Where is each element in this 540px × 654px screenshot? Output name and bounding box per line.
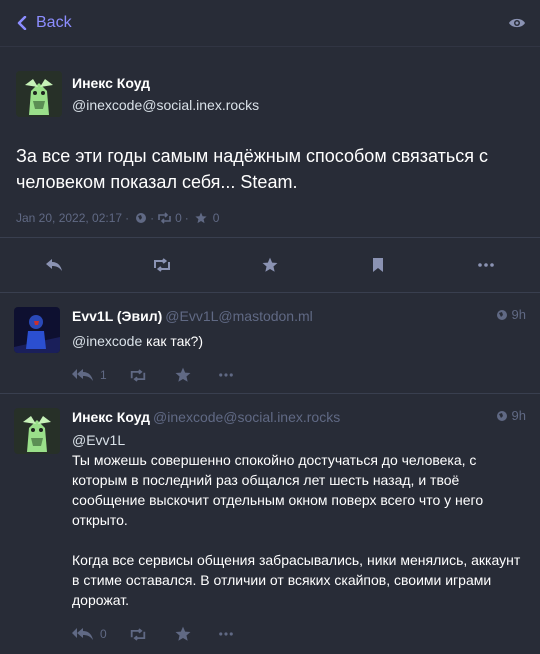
- chevron-left-icon: [17, 16, 27, 30]
- eye-icon[interactable]: [508, 16, 526, 30]
- status-content: За все эти годы самым надёжным способом …: [16, 146, 489, 192]
- reblog-count: 0: [175, 211, 182, 225]
- time-label: 9h: [511, 408, 526, 423]
- back-label: Back: [36, 14, 72, 31]
- reply-button[interactable]: 1: [72, 368, 107, 382]
- more-icon: [218, 373, 233, 377]
- star-icon: [195, 212, 207, 224]
- display-name[interactable]: Инекс Коуд: [72, 75, 259, 91]
- boost-icon: [130, 368, 145, 382]
- bookmark-button[interactable]: [358, 250, 398, 280]
- status-paragraph: Ты можешь совершенно спокойно достучатьс…: [72, 452, 484, 528]
- avatar[interactable]: [16, 71, 62, 117]
- boost-button[interactable]: [129, 627, 153, 641]
- status-text: как так?): [142, 333, 204, 349]
- more-icon: [478, 263, 494, 267]
- display-name[interactable]: Evv1L (Эвил): [72, 308, 162, 324]
- star-icon: [175, 626, 191, 641]
- status-paragraph: Когда все сервисы общения забрасывались,…: [72, 552, 521, 608]
- avatar[interactable]: [14, 408, 60, 454]
- favourite-button[interactable]: [250, 250, 290, 280]
- globe-icon: [496, 309, 507, 320]
- status-header[interactable]: Инекс Коуд @inexcode@social.inex.rocks: [16, 47, 524, 129]
- mention-link[interactable]: @inexcode: [72, 333, 142, 349]
- status-header: Инекс Коуд @inexcode@social.inex.rocks: [72, 408, 526, 426]
- boost-button[interactable]: [129, 368, 153, 382]
- reply-button[interactable]: 0: [72, 627, 107, 641]
- reply-all-icon: [72, 369, 93, 381]
- top-bar: Back: [0, 0, 540, 47]
- bookmark-icon: [373, 258, 383, 272]
- globe-icon: [136, 213, 147, 223]
- reply-all-icon: [72, 628, 93, 640]
- reply-icon: [46, 259, 62, 271]
- status-content: @inexcode как так?): [72, 331, 526, 351]
- reply-status[interactable]: Инекс Коуд @inexcode@social.inex.rocks 9h…: [0, 394, 540, 654]
- boost-button[interactable]: [142, 250, 182, 280]
- boost-icon: [158, 212, 171, 224]
- star-icon: [175, 367, 191, 382]
- mention-link[interactable]: @Evv1L: [72, 432, 125, 448]
- more-icon: [218, 632, 233, 636]
- reply-count: 1: [100, 368, 107, 382]
- status-meta: Jan 20, 2022, 02:17 · · 0 · 0: [16, 211, 524, 225]
- avatar[interactable]: [14, 307, 60, 353]
- globe-icon: [496, 410, 507, 421]
- status-date[interactable]: Jan 20, 2022, 02:17: [16, 211, 122, 225]
- reply-status[interactable]: Evv1L (Эвил) @Evv1L@mastodon.ml 9h @inexc…: [0, 293, 540, 394]
- status-action-bar: 0: [72, 614, 526, 654]
- status-time[interactable]: 9h: [496, 307, 526, 322]
- status-action-bar: 1: [72, 355, 526, 395]
- boost-icon: [130, 627, 145, 641]
- status-header: Evv1L (Эвил) @Evv1L@mastodon.ml: [72, 307, 526, 325]
- favourite-button[interactable]: [175, 367, 197, 383]
- reply-button[interactable]: [34, 250, 74, 280]
- account-handle[interactable]: @inexcode@social.inex.rocks: [72, 97, 259, 113]
- back-button[interactable]: Back: [16, 14, 72, 32]
- time-label: 9h: [511, 307, 526, 322]
- status-time[interactable]: 9h: [496, 408, 526, 423]
- detailed-status: Инекс Коуд @inexcode@social.inex.rocks З…: [0, 47, 540, 225]
- status-action-bar: [0, 237, 540, 293]
- more-button[interactable]: [466, 250, 506, 280]
- account-handle[interactable]: @inexcode@social.inex.rocks: [153, 409, 340, 425]
- meta-separator: ·: [150, 211, 155, 225]
- more-button[interactable]: [218, 373, 239, 377]
- meta-separator: ·: [125, 211, 130, 225]
- status-content: @Evv1L Ты можешь совершенно спокойно дос…: [72, 430, 526, 610]
- display-name[interactable]: Инекс Коуд: [72, 409, 150, 425]
- favourite-count: 0: [212, 211, 220, 225]
- account-handle[interactable]: @Evv1L@mastodon.ml: [165, 308, 312, 324]
- more-button[interactable]: [218, 632, 239, 636]
- boost-icon: [154, 258, 170, 272]
- star-icon: [262, 257, 278, 272]
- favourite-button[interactable]: [175, 626, 197, 642]
- reply-count: 0: [100, 627, 107, 641]
- meta-separator: ·: [184, 211, 189, 225]
